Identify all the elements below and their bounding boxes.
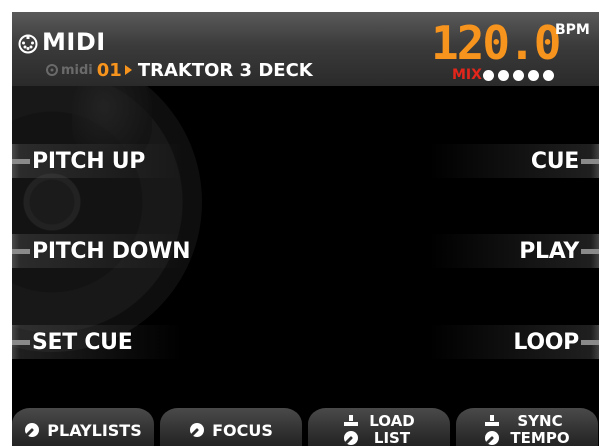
mode-title: MIDI <box>42 28 106 56</box>
tab-sync-tempo[interactable]: SYNC TEMPO <box>456 408 598 446</box>
softkey-marker <box>12 340 30 345</box>
mix-dot <box>543 70 554 81</box>
midi-small-icon <box>46 64 58 76</box>
tab-load-list[interactable]: LOAD LIST <box>308 408 450 446</box>
softkey-marker <box>581 340 599 345</box>
softkey-label: PITCH UP <box>32 148 146 174</box>
tab-label: SYNC TEMPO <box>510 413 569 446</box>
knob-icon <box>344 430 359 445</box>
tab-label-line: SYNC <box>517 412 563 430</box>
tab-label-line: LOAD <box>369 412 415 430</box>
bpm-label: BPM <box>555 22 590 38</box>
mapping-row: midi 01 TRAKTOR 3 DECK <box>46 59 313 81</box>
softkey-loop[interactable]: LOOP <box>369 325 599 359</box>
tab-playlists[interactable]: PLAYLISTS <box>12 408 154 446</box>
mix-dot <box>483 70 494 81</box>
push-icon <box>344 414 359 426</box>
knob-icon <box>190 423 205 437</box>
softkey-marker <box>12 249 30 254</box>
softkey-label: PITCH DOWN <box>32 238 191 264</box>
mix-dot <box>528 70 539 81</box>
softkey-pitch-down[interactable]: PITCH DOWN <box>12 234 242 268</box>
softkey-label: LOOP <box>513 329 579 355</box>
midi-connector-icon <box>18 34 38 54</box>
softkey-marker <box>581 159 599 164</box>
header-bar: MIDI midi 01 TRAKTOR 3 DECK 120.0 BPM MI… <box>12 12 599 86</box>
mix-dot <box>498 70 509 81</box>
mix-dot <box>513 70 524 81</box>
mapping-name: TRAKTOR 3 DECK <box>137 59 313 81</box>
bpm-value: 120.0 <box>431 16 561 70</box>
mix-label: MIX <box>452 67 482 83</box>
push-knob-icon <box>343 414 359 446</box>
tab-label: LOAD LIST <box>369 413 414 446</box>
channel-number: 01 <box>96 59 122 81</box>
softkey-play[interactable]: PLAY <box>369 234 599 268</box>
softkey-cue[interactable]: CUE <box>369 144 599 178</box>
tab-label: FOCUS <box>212 420 273 440</box>
knob-icon <box>25 423 40 437</box>
tab-focus[interactable]: FOCUS <box>160 408 302 446</box>
softkey-marker <box>581 249 599 254</box>
tab-label-line: TEMPO <box>510 429 570 446</box>
push-icon <box>485 414 500 426</box>
softkey-marker <box>12 159 30 164</box>
softkey-label: CUE <box>530 148 579 174</box>
device-screen: MIDI midi 01 TRAKTOR 3 DECK 120.0 BPM MI… <box>12 12 599 446</box>
device-label: midi <box>61 62 93 78</box>
softkey-label: PLAY <box>519 238 579 264</box>
knob-icon <box>485 430 500 445</box>
push-knob-icon <box>484 414 500 446</box>
play-arrow-icon <box>124 65 132 75</box>
tab-label: PLAYLISTS <box>47 420 142 440</box>
tab-label-line: LIST <box>373 429 411 446</box>
mix-level-indicator <box>483 70 554 81</box>
softkey-label: SET CUE <box>32 329 133 355</box>
softkey-set-cue[interactable]: SET CUE <box>12 325 242 359</box>
softkey-pitch-up[interactable]: PITCH UP <box>12 144 242 178</box>
